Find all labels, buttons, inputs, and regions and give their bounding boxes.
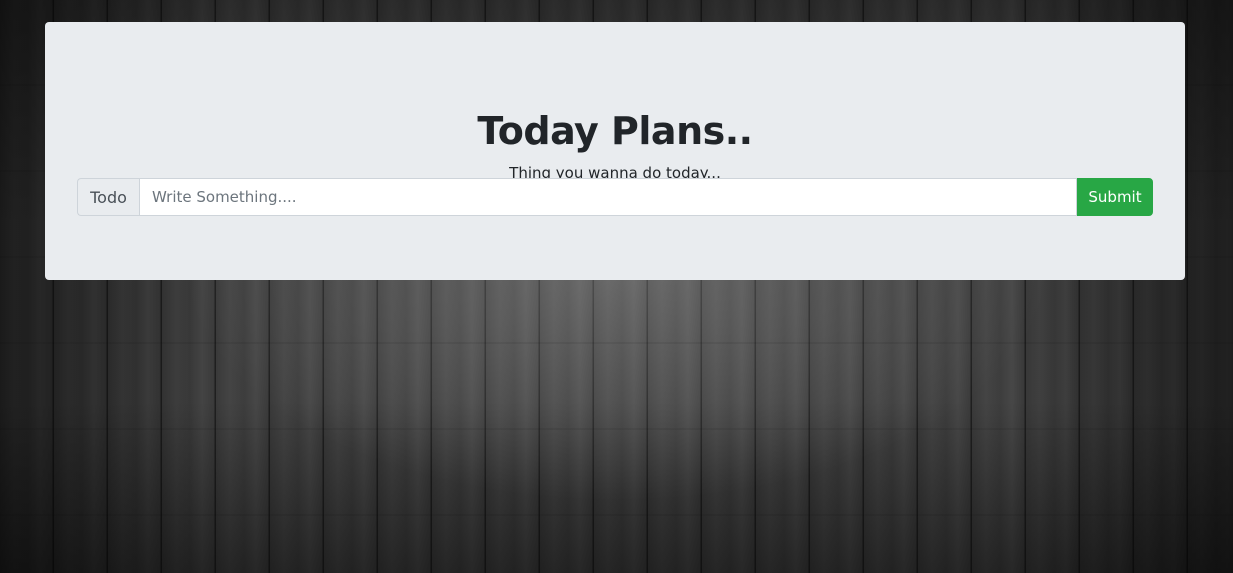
todo-input[interactable] <box>139 178 1077 216</box>
todo-panel: Today Plans.. Thing you wanna do today..… <box>45 22 1185 280</box>
submit-button[interactable]: Submit <box>1077 178 1153 216</box>
todo-input-group: Todo Submit <box>77 178 1153 216</box>
todo-prefix-label: Todo <box>77 178 139 216</box>
page-title: Today Plans.. <box>477 109 753 153</box>
